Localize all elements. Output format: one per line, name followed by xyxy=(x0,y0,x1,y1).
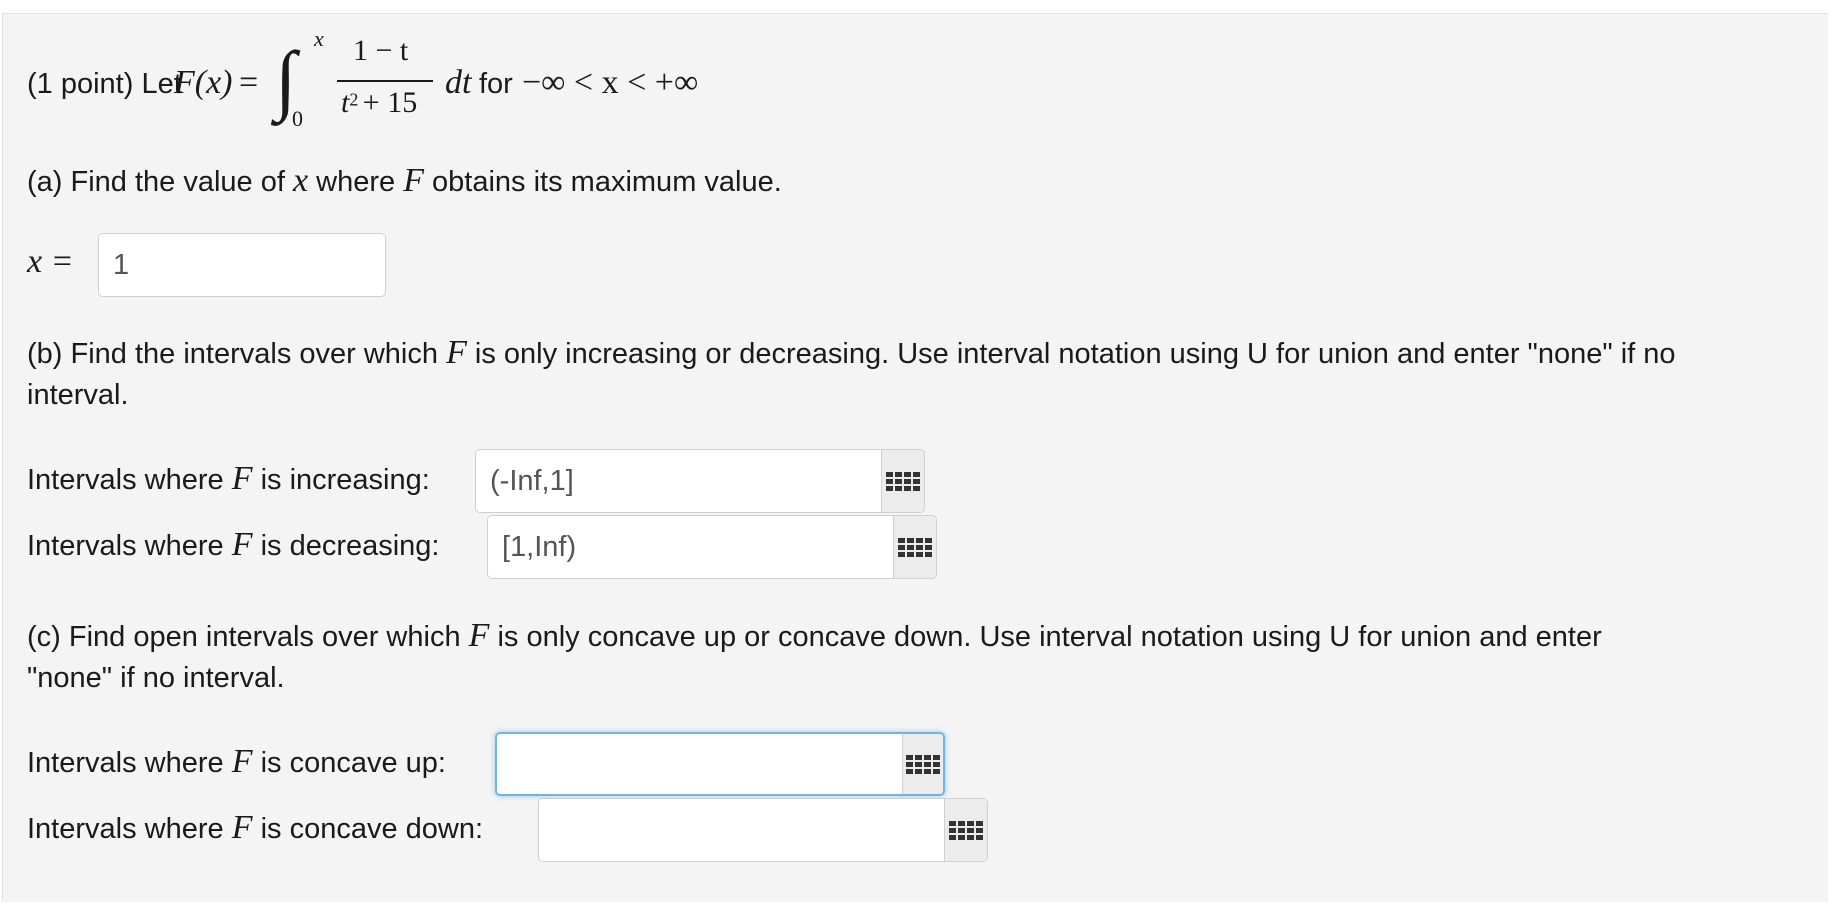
part-c-text-3: "none" if no interval. xyxy=(27,662,285,694)
differential: dt xyxy=(445,64,472,101)
concave-up-label-text-1: Intervals where xyxy=(27,747,224,779)
increasing-label-text-2: is increasing: xyxy=(260,464,430,496)
variable-F: F xyxy=(231,809,253,846)
part-b-prompt-continued: interval. xyxy=(27,379,129,412)
denominator-constant: + 15 xyxy=(362,86,418,119)
variable-F: F xyxy=(231,743,253,780)
variable-F: F xyxy=(231,460,253,497)
concave-down-label-text-1: Intervals where xyxy=(27,813,224,845)
keypad-grid-icon xyxy=(906,754,940,774)
fraction-bar xyxy=(337,80,433,82)
decreasing-interval-input[interactable] xyxy=(488,516,893,578)
increasing-interval-input[interactable] xyxy=(476,450,881,512)
increasing-label: Intervals where F is increasing: xyxy=(27,460,430,498)
answer-a-widget xyxy=(98,233,386,297)
increasing-label-text-1: Intervals where xyxy=(27,464,224,496)
function-name: F(x) xyxy=(174,64,233,101)
part-a-prompt: (a) Find the value of x where F obtains … xyxy=(27,162,782,200)
part-a-text-3: obtains its maximum value. xyxy=(432,166,782,198)
part-a-text-2: where xyxy=(316,166,396,198)
integral-upper-limit: x xyxy=(314,26,324,51)
part-c-prompt-continued: "none" if no interval. xyxy=(27,662,285,695)
concave-down-answer-widget xyxy=(538,798,988,862)
variable-x: x xyxy=(292,162,309,199)
problem-panel: (1 point) Let F(x) = ∫ x 0 1 − t t2 + 15… xyxy=(2,13,1828,902)
variable-F: F xyxy=(446,334,467,371)
equation-editor-button-concave-up[interactable] xyxy=(902,734,943,794)
concave-down-interval-input[interactable] xyxy=(539,799,944,861)
part-b-text-3: interval. xyxy=(27,379,129,411)
concave-up-answer-widget xyxy=(495,732,945,796)
points-label: (1 point) Let xyxy=(27,68,182,100)
keypad-grid-icon xyxy=(886,471,920,491)
part-a-answer-label: x = xyxy=(27,243,74,281)
concave-up-interval-input[interactable] xyxy=(497,734,902,794)
decreasing-label-text-2: is decreasing: xyxy=(260,530,440,562)
concave-down-label: Intervals where F is concave down: xyxy=(27,809,483,847)
equation-editor-button-concave-down[interactable] xyxy=(944,799,987,861)
part-c-text-1: (c) Find open intervals over which xyxy=(27,621,461,653)
part-a-text-1: (a) Find the value of xyxy=(27,166,285,198)
variable-F: F xyxy=(468,617,490,654)
concave-up-label-text-2: is concave up: xyxy=(260,747,446,779)
concave-down-label-text-2: is concave down: xyxy=(260,813,484,845)
domain-expression: −∞ < x < +∞ xyxy=(522,64,699,101)
variable-F: F xyxy=(231,526,253,563)
decreasing-label: Intervals where F is decreasing: xyxy=(27,526,440,564)
part-c-text-2: is only concave up or concave down. Use … xyxy=(497,621,1602,653)
variable-F: F xyxy=(403,162,424,199)
concave-up-label: Intervals where F is concave up: xyxy=(27,743,446,781)
denominator-exponent: 2 xyxy=(349,89,359,110)
decreasing-answer-widget xyxy=(487,515,937,579)
for-word: for xyxy=(479,68,513,100)
part-b-text-1: (b) Find the intervals over which xyxy=(27,338,438,370)
decreasing-label-text-1: Intervals where xyxy=(27,530,224,562)
fraction-denominator: t2 + 15 xyxy=(341,86,417,120)
integral-lower-limit: 0 xyxy=(292,106,303,131)
part-c-prompt: (c) Find open intervals over which F is … xyxy=(27,617,1602,655)
equation-editor-button-decreasing[interactable] xyxy=(893,516,936,578)
x-equals-label: x = xyxy=(27,243,74,280)
keypad-grid-icon xyxy=(949,820,983,840)
keypad-grid-icon xyxy=(898,537,932,557)
fraction-numerator: 1 − t xyxy=(353,34,409,67)
part-b-prompt: (b) Find the intervals over which F is o… xyxy=(27,334,1676,372)
equals-sign: = xyxy=(239,64,259,101)
part-b-text-2: is only increasing or decreasing. Use in… xyxy=(474,338,1676,370)
answer-a-input[interactable] xyxy=(99,234,385,296)
equation-editor-button-increasing[interactable] xyxy=(881,450,924,512)
increasing-answer-widget xyxy=(475,449,925,513)
